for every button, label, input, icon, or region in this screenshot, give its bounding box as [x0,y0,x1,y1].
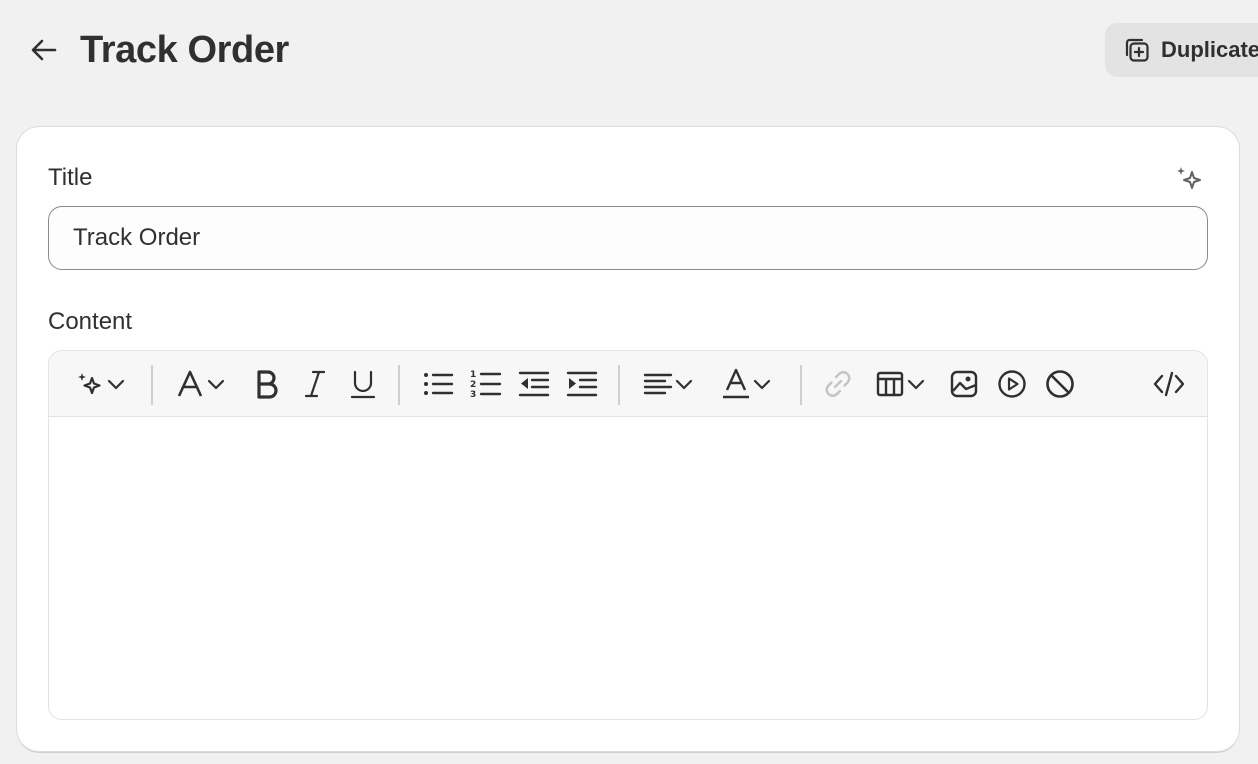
duplicate-icon [1125,38,1149,62]
italic-button[interactable] [297,364,333,404]
table-dropdown[interactable] [869,364,933,404]
text-color-icon [723,368,749,399]
chevron-down-icon [207,379,225,390]
text-format-dropdown[interactable] [169,364,233,404]
link-icon [825,371,851,397]
title-input[interactable] [48,206,1208,270]
svg-text:1: 1 [470,370,476,380]
numbered-list-button[interactable]: 1 2 3 [467,364,505,404]
insert-image-button[interactable] [945,364,983,404]
insert-video-button[interactable] [993,364,1031,404]
content-label: Content [48,308,133,335]
ai-tools-dropdown[interactable] [69,364,133,404]
underline-icon [350,370,376,399]
toolbar-divider [151,365,153,405]
clear-format-icon [1046,370,1074,398]
duplicate-label: Duplicate [1161,37,1258,62]
clear-format-button[interactable] [1041,364,1079,404]
page-header: Track Order Duplicate [0,0,1258,100]
link-button[interactable] [819,364,857,404]
magic-ai-icon [78,373,101,395]
video-icon [998,370,1026,398]
arrow-left-icon [31,39,57,61]
svg-text:2: 2 [470,380,476,390]
duplicate-button[interactable]: Duplicate [1105,23,1258,77]
page-form-card: Title Content [17,127,1239,751]
code-view-icon [1153,371,1185,397]
editor-toolbar: 1 2 3 [49,351,1207,417]
bold-icon [257,370,278,399]
outdent-button[interactable] [515,364,553,404]
chevron-down-icon [107,379,125,390]
chevron-down-icon [907,379,925,390]
chevron-down-icon [753,379,771,390]
back-button[interactable] [26,32,62,68]
bullet-list-button[interactable] [419,364,457,404]
bullet-list-icon [424,373,454,395]
toolbar-divider [618,365,620,405]
italic-icon [304,370,326,398]
toolbar-divider [398,365,400,405]
text-format-icon [177,370,203,397]
editor-content-area[interactable] [49,417,1207,719]
code-view-button[interactable] [1149,364,1189,404]
table-icon [876,371,904,397]
align-left-icon [643,373,673,395]
underline-button[interactable] [345,364,381,404]
numbered-list-icon: 1 2 3 [470,370,502,400]
align-dropdown[interactable] [637,364,701,404]
image-icon [950,370,978,398]
outdent-icon [518,371,550,397]
chevron-down-icon [675,379,693,390]
indent-icon [566,371,598,397]
page-title: Track Order [80,29,289,71]
text-color-dropdown[interactable] [715,364,779,404]
title-label: Title [48,164,93,191]
bold-button[interactable] [249,364,285,404]
rich-text-editor: 1 2 3 [48,350,1208,720]
sparkle-icon [1177,167,1201,189]
svg-text:3: 3 [470,390,476,400]
toolbar-divider [800,365,802,405]
indent-button[interactable] [563,364,601,404]
ai-generate-button[interactable] [1174,163,1206,195]
